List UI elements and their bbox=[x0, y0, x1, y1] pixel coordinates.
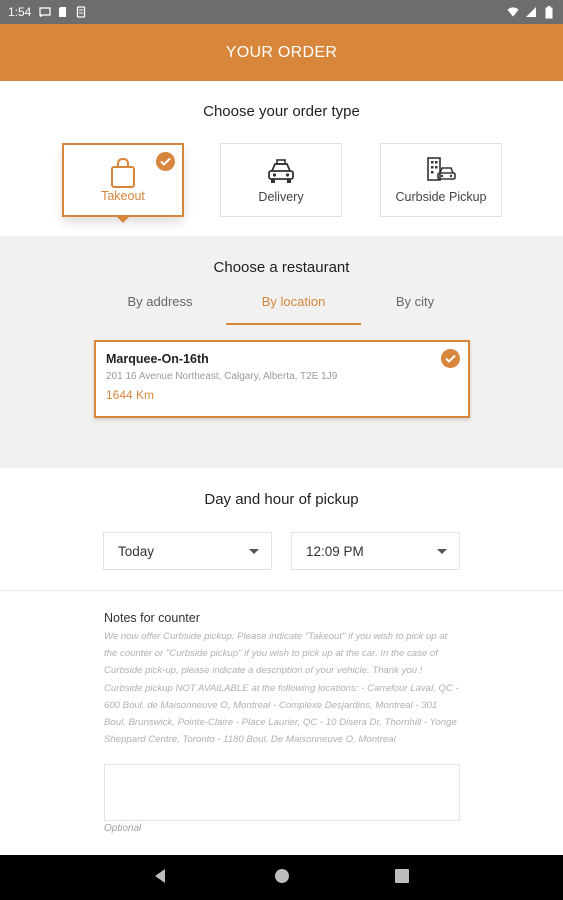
restaurant-card[interactable]: Marquee-On-16th 201 16 Avenue Northeast,… bbox=[94, 340, 470, 418]
order-type-takeout[interactable]: Takeout bbox=[62, 143, 184, 223]
restaurant-tabs: By address By location By city bbox=[0, 294, 563, 326]
wifi-icon bbox=[507, 6, 519, 18]
recents-icon[interactable] bbox=[395, 868, 409, 884]
status-time: 1:54 bbox=[8, 5, 32, 19]
app-header: YOUR ORDER bbox=[0, 24, 563, 81]
system-nav-bar bbox=[0, 855, 563, 900]
car-icon bbox=[266, 158, 296, 191]
order-type-curbside-pickup[interactable]: Curbside Pickup bbox=[380, 143, 502, 217]
pickup-title: Day and hour of pickup bbox=[204, 491, 359, 508]
order-type-title: Choose your order type bbox=[203, 103, 360, 120]
optional-label: Optional bbox=[104, 823, 142, 834]
pickup-time-select[interactable]: 12:09 PM bbox=[291, 532, 460, 570]
shopping-bag-icon bbox=[109, 157, 137, 194]
cast-icon bbox=[39, 6, 52, 18]
order-type-label: Delivery bbox=[258, 190, 304, 204]
back-icon[interactable] bbox=[153, 868, 167, 884]
status-bar: 1:54 bbox=[0, 0, 563, 24]
signal-icon bbox=[525, 6, 537, 18]
selection-pointer bbox=[117, 217, 129, 223]
restaurant-name: Marquee-On-16th bbox=[106, 352, 209, 366]
pickup-day-select[interactable]: Today bbox=[103, 532, 272, 570]
restaurant-title: Choose a restaurant bbox=[213, 259, 350, 276]
notes-hint: We now offer Curbside pickup. Please ind… bbox=[104, 631, 459, 746]
restaurant-address: 201 16 Avenue Northeast, Calgary, Albert… bbox=[106, 371, 338, 382]
page-title: YOUR ORDER bbox=[225, 43, 338, 61]
storage-icon bbox=[75, 6, 87, 18]
restaurant-distance: 1644 Km bbox=[106, 388, 155, 402]
pickup-day-value: Today bbox=[118, 543, 155, 559]
notes-textarea[interactable] bbox=[104, 764, 460, 821]
dropdown-arrow-icon bbox=[249, 549, 259, 554]
pickup-time-value: 12:09 PM bbox=[306, 543, 364, 559]
check-icon bbox=[441, 349, 460, 368]
tab-by-city[interactable]: By city bbox=[355, 294, 475, 326]
home-icon[interactable] bbox=[274, 868, 290, 884]
curbside-building-car-icon bbox=[425, 156, 457, 191]
tab-by-location[interactable]: By location bbox=[226, 294, 361, 326]
tab-by-address[interactable]: By address bbox=[100, 294, 220, 326]
battery-icon bbox=[543, 5, 555, 18]
section-divider bbox=[0, 590, 563, 591]
notes-label: Notes for counter bbox=[104, 611, 200, 625]
order-type-label: Curbside Pickup bbox=[395, 190, 487, 204]
active-tab-indicator bbox=[226, 323, 361, 325]
sd-card-icon bbox=[57, 6, 69, 18]
order-type-delivery[interactable]: Delivery bbox=[220, 143, 342, 217]
restaurant-section: Choose a restaurant By address By locati… bbox=[0, 236, 563, 468]
check-icon bbox=[156, 152, 175, 171]
dropdown-arrow-icon bbox=[437, 549, 447, 554]
